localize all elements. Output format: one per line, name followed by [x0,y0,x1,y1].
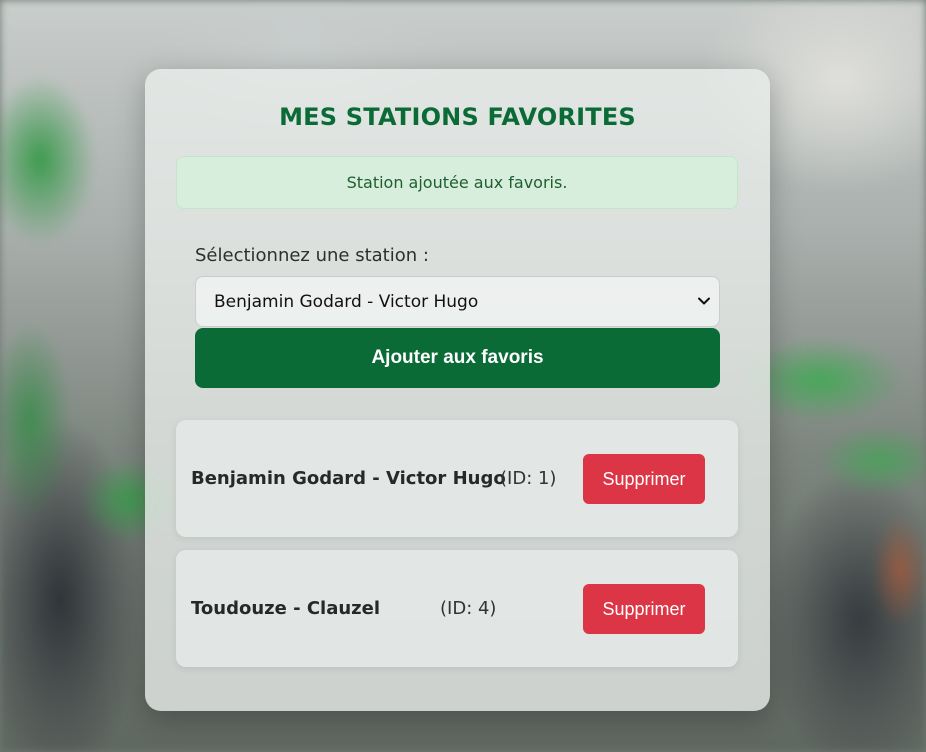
success-alert: Station ajoutée aux favoris. [176,156,738,209]
favorites-card: MES STATIONS FAVORITES Station ajoutée a… [145,69,770,711]
add-to-favorites-button[interactable]: Ajouter aux favoris [195,328,720,388]
delete-favorite-button[interactable]: Supprimer [583,454,705,504]
station-select[interactable]: Benjamin Godard - Victor Hugo [195,276,720,327]
favorite-item: Benjamin Godard - Victor Hugo (ID: 1) Su… [176,420,738,537]
favorite-station-name: Toudouze - Clauzel [191,598,381,619]
success-alert-message: Station ajoutée aux favoris. [346,173,568,192]
chevron-down-icon [698,297,710,305]
favorite-item: Toudouze - Clauzel (ID: 4) Supprimer [176,550,738,667]
delete-favorite-button[interactable]: Supprimer [583,584,705,634]
favorite-station-id: (ID: 4) [440,598,497,619]
favorite-station-id: (ID: 1) [500,468,557,489]
station-select-value: Benjamin Godard - Victor Hugo [214,291,479,312]
page-title: MES STATIONS FAVORITES [279,103,636,131]
station-select-label: Sélectionnez une station : [195,245,429,266]
favorite-station-name: Benjamin Godard - Victor Hugo [191,468,506,489]
